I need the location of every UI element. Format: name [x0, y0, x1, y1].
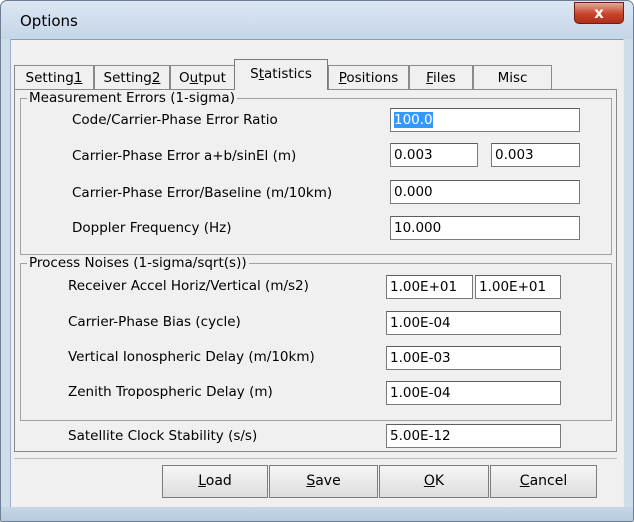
window-title: Options: [20, 12, 78, 30]
satellite-clock-field[interactable]: 5.00E-12: [386, 424, 561, 448]
code-carrier-ratio-label: Code/Carrier-Phase Error Ratio: [72, 112, 278, 128]
carrier-phase-error-a-field[interactable]: 0.003: [390, 143, 478, 167]
close-button[interactable]: x: [574, 2, 624, 24]
button-bar: Load Save OK Cancel: [14, 458, 617, 502]
tab-output[interactable]: Output: [170, 65, 235, 89]
ok-button[interactable]: OK: [379, 465, 489, 498]
zenith-tropo-field[interactable]: 1.00E-04: [386, 381, 561, 405]
vertical-iono-label: Vertical Ionospheric Delay (m/10km): [68, 349, 315, 365]
receiver-accel-horiz-field[interactable]: 1.00E+01: [386, 275, 473, 299]
statistics-panel: Measurement Errors (1-sigma) Code/Carrie…: [14, 89, 617, 452]
doppler-frequency-label: Doppler Frequency (Hz): [72, 220, 232, 236]
tab-setting2[interactable]: Setting2: [94, 65, 170, 89]
cancel-button[interactable]: Cancel: [490, 465, 597, 498]
carrier-phase-error-label: Carrier-Phase Error a+b/sinEl (m): [72, 148, 297, 164]
window-bottom-frame: [1, 507, 633, 521]
carrier-baseline-error-field[interactable]: 0.000: [390, 180, 580, 204]
tab-setting1[interactable]: Setting1: [14, 65, 94, 89]
tab-misc[interactable]: Misc: [473, 65, 552, 89]
close-icon: x: [594, 4, 604, 22]
load-button[interactable]: Load: [162, 465, 268, 498]
receiver-accel-label: Receiver Accel Horiz/Vertical (m/s2): [68, 278, 309, 294]
carrier-phase-bias-label: Carrier-Phase Bias (cycle): [68, 314, 241, 330]
tab-positions[interactable]: Positions: [328, 65, 409, 89]
title-bar[interactable]: Options x: [1, 1, 633, 39]
dialog-client-area: Setting1 Setting2 Output Statistics Posi…: [10, 39, 624, 509]
process-noises-title: Process Noises (1-sigma/sqrt(s)): [29, 255, 247, 271]
zenith-tropo-label: Zenith Tropospheric Delay (m): [68, 384, 273, 400]
carrier-phase-error-b-field[interactable]: 0.003: [491, 143, 580, 167]
save-button[interactable]: Save: [269, 465, 378, 498]
doppler-frequency-field[interactable]: 10.000: [390, 216, 580, 240]
tab-statistics[interactable]: Statistics: [234, 59, 328, 90]
options-dialog: Options x Setting1 Setting2 Output Stati…: [0, 0, 634, 522]
carrier-baseline-error-label: Carrier-Phase Error/Baseline (m/10km): [72, 185, 333, 201]
code-carrier-ratio-field[interactable]: 100.0: [390, 108, 580, 132]
measurement-errors-title: Measurement Errors (1-sigma): [29, 90, 235, 106]
satellite-clock-label: Satellite Clock Stability (s/s): [68, 428, 258, 444]
vertical-iono-field[interactable]: 1.00E-03: [386, 346, 561, 370]
tab-files[interactable]: Files: [409, 65, 473, 89]
receiver-accel-vertical-field[interactable]: 1.00E+01: [475, 275, 561, 299]
carrier-phase-bias-field[interactable]: 1.00E-04: [386, 311, 561, 335]
